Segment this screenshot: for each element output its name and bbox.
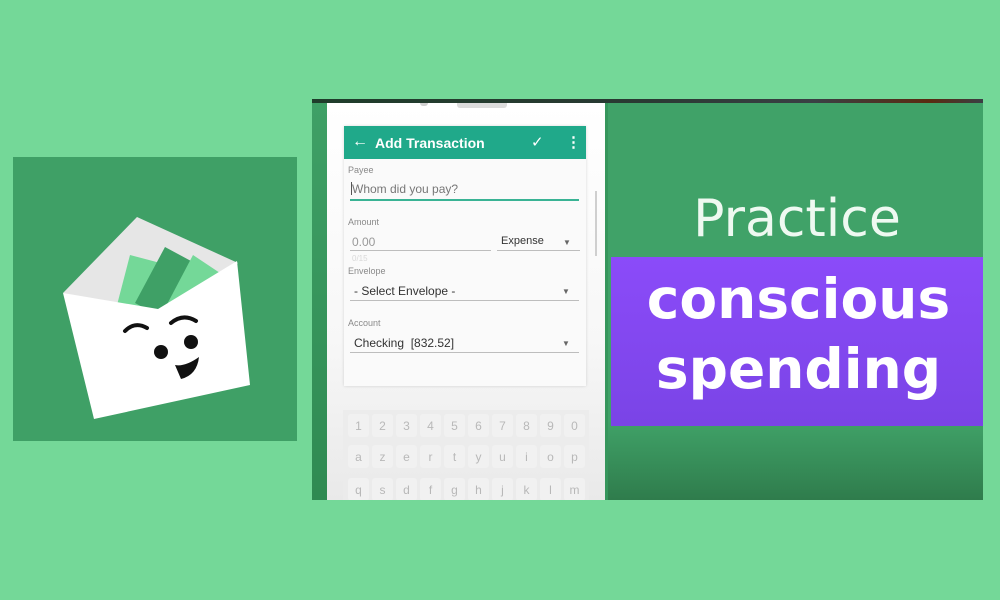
toolbar: ← Add Transaction ✓ ⋮ (344, 126, 586, 159)
key-t[interactable]: t (444, 445, 465, 468)
keyboard-row-middle: qsdfghjklm (348, 478, 585, 500)
frame-left-edge (312, 103, 327, 500)
account-label: Account (348, 318, 381, 328)
key-6[interactable]: 6 (468, 414, 489, 437)
payee-label: Payee (348, 165, 374, 175)
key-j[interactable]: j (492, 478, 513, 500)
toolbar-title: Add Transaction (375, 135, 485, 151)
key-0[interactable]: 0 (564, 414, 585, 437)
promo-panel: Practice conscious spending (605, 103, 983, 500)
account-underline (350, 352, 579, 353)
key-8[interactable]: 8 (516, 414, 537, 437)
key-7[interactable]: 7 (492, 414, 513, 437)
amount-char-counter: 0/15 (352, 254, 368, 263)
key-d[interactable]: d (396, 478, 417, 500)
key-o[interactable]: o (540, 445, 561, 468)
key-i[interactable]: i (516, 445, 537, 468)
keyboard-row-numbers: 1234567890 (348, 414, 585, 437)
dropdown-arrow-icon: ▼ (562, 339, 570, 348)
status-bar-pill (457, 103, 507, 108)
key-l[interactable]: l (540, 478, 561, 500)
key-z[interactable]: z (372, 445, 393, 468)
scrollbar[interactable] (595, 191, 597, 256)
key-f[interactable]: f (420, 478, 441, 500)
key-s[interactable]: s (372, 478, 393, 500)
envelope-label: Envelope (348, 266, 386, 276)
key-r[interactable]: r (420, 445, 441, 468)
envelope-value: - Select Envelope - (354, 284, 456, 298)
payee-input[interactable]: Whom did you pay? (350, 178, 579, 202)
check-icon[interactable]: ✓ (531, 133, 544, 151)
account-select[interactable]: Checking [832.52] ▼ (350, 331, 579, 355)
back-arrow-icon[interactable]: ← (352, 133, 368, 151)
key-u[interactable]: u (492, 445, 513, 468)
payee-placeholder: Whom did you pay? (352, 182, 459, 196)
key-e[interactable]: e (396, 445, 417, 468)
transaction-type-select[interactable]: Expense ▼ (497, 230, 580, 254)
key-1[interactable]: 1 (348, 414, 369, 437)
add-transaction-dialog: ← Add Transaction ✓ ⋮ Payee Whom did you… (344, 126, 586, 386)
promo-banner-line1: conscious (646, 267, 951, 331)
key-y[interactable]: y (468, 445, 489, 468)
eye-left (154, 345, 168, 359)
key-h[interactable]: h (468, 478, 489, 500)
key-4[interactable]: 4 (420, 414, 441, 437)
key-k[interactable]: k (516, 478, 537, 500)
key-g[interactable]: g (444, 478, 465, 500)
phone-screen: ← Add Transaction ✓ ⋮ Payee Whom did you… (327, 103, 605, 500)
status-bar-nub (420, 103, 428, 106)
amount-value: 0.00 (352, 235, 376, 249)
dropdown-arrow-icon: ▼ (563, 238, 571, 247)
key-9[interactable]: 9 (540, 414, 561, 437)
keyboard-row-top: azertyuiop (348, 445, 585, 468)
key-3[interactable]: 3 (396, 414, 417, 437)
envelope-select[interactable]: - Select Envelope - ▼ (350, 279, 579, 303)
account-value: Checking [832.52] (354, 336, 455, 350)
payee-underline (350, 199, 579, 201)
app-icon (13, 157, 297, 441)
keyboard: 1234567890 azertyuiop qsdfghjklm (343, 410, 589, 500)
video-frame: ← Add Transaction ✓ ⋮ Payee Whom did you… (312, 99, 983, 500)
envelope-mascot-icon (63, 217, 250, 419)
type-underline (497, 250, 580, 251)
key-m[interactable]: m (564, 478, 585, 500)
amount-underline (350, 250, 491, 251)
key-q[interactable]: q (348, 478, 369, 500)
dropdown-arrow-icon: ▼ (562, 287, 570, 296)
envelope-underline (350, 300, 579, 301)
key-p[interactable]: p (564, 445, 585, 468)
promo-banner: conscious spending (611, 257, 983, 426)
transaction-type-value: Expense (501, 235, 544, 247)
promo-banner-line2: spending (655, 337, 942, 401)
key-a[interactable]: a (348, 445, 369, 468)
promo-heading: Practice (693, 189, 901, 249)
amount-input[interactable]: 0.00 (350, 230, 491, 254)
eye-right (184, 335, 198, 349)
key-5[interactable]: 5 (444, 414, 465, 437)
amount-label: Amount (348, 217, 380, 227)
more-vert-icon[interactable]: ⋮ (566, 133, 581, 151)
key-2[interactable]: 2 (372, 414, 393, 437)
